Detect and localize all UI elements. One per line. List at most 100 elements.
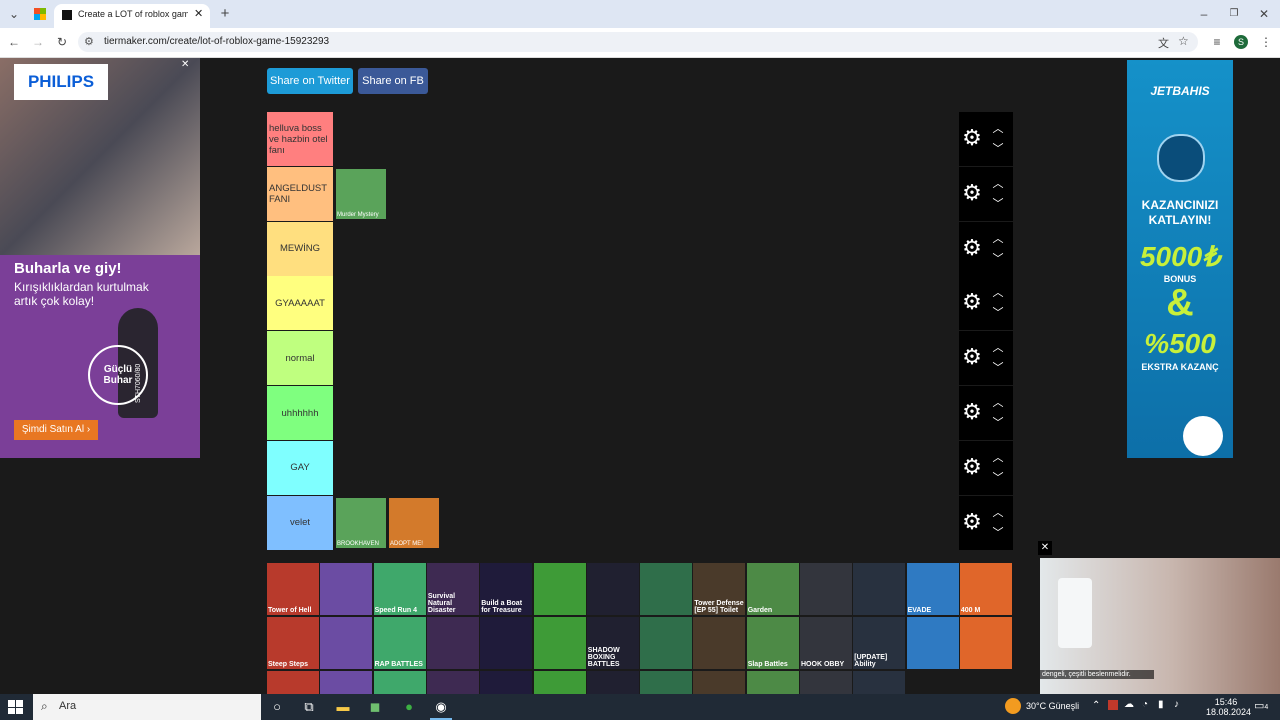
close-window-icon[interactable]: ✕ [1254, 4, 1274, 24]
start-button-icon[interactable] [8, 700, 23, 714]
pool-item[interactable] [853, 563, 906, 615]
site-info-icon[interactable]: ⚙ [84, 35, 94, 48]
tab-active[interactable]: Create a LOT of roblox game Tie ✕ [54, 4, 210, 28]
tray-battery-icon[interactable]: ▮ [1158, 699, 1164, 710]
gear-icon[interactable]: ⚙ [959, 509, 985, 535]
restore-icon[interactable]: ❐ [1224, 4, 1244, 24]
file-explorer-icon[interactable]: ▬ [332, 696, 354, 718]
gear-icon[interactable]: ⚙ [959, 454, 985, 480]
translate-icon[interactable]: 文 [1158, 35, 1169, 51]
pool-item[interactable]: Tower of Hell [267, 563, 319, 615]
gear-icon[interactable]: ⚙ [959, 180, 985, 206]
pool-item[interactable]: [UPDATE] Ability [853, 617, 906, 669]
move-up-icon[interactable]: ︿ [989, 177, 1007, 191]
chrome-icon[interactable]: ◉ [430, 696, 452, 720]
pool-item[interactable] [320, 617, 373, 669]
tier-label[interactable]: normal [267, 331, 333, 386]
pool-item[interactable] [640, 617, 693, 669]
left-ad[interactable]: PHILIPS ✕ Buharla ve giy! Kırışıklıklard… [0, 58, 200, 458]
pool-item[interactable] [586, 563, 639, 615]
gear-icon[interactable]: ⚙ [959, 289, 985, 315]
move-up-icon[interactable]: ︿ [989, 506, 1007, 520]
pool-item[interactable] [906, 617, 959, 669]
tier-label[interactable]: GYAAAAAT [267, 276, 333, 331]
close-tab-icon[interactable]: ✕ [194, 7, 203, 20]
pool-item[interactable] [533, 563, 586, 615]
move-up-icon[interactable]: ︿ [989, 396, 1007, 410]
pool-item[interactable] [586, 671, 639, 694]
tier-item[interactable]: ADOPT ME! [389, 497, 439, 548]
move-down-icon[interactable]: ﹀ [989, 252, 1007, 266]
move-down-icon[interactable]: ﹀ [989, 416, 1007, 430]
tier-item[interactable]: Murder Mystery [336, 168, 386, 219]
move-up-icon[interactable]: ︿ [989, 122, 1007, 136]
move-down-icon[interactable]: ﹀ [989, 306, 1007, 320]
video-ad-close-icon[interactable]: ✕ [1038, 541, 1052, 555]
tier-label[interactable]: helluva boss ve hazbin otel fanı [267, 112, 333, 166]
tray-network-icon[interactable]: ☁ [1124, 699, 1134, 710]
move-down-icon[interactable]: ﹀ [989, 526, 1007, 540]
pool-item[interactable]: HOOK OBBY [800, 617, 852, 669]
pool-item[interactable]: Dysfunctional [373, 671, 426, 694]
pool-item[interactable]: TRY TO [267, 671, 319, 694]
pool-item[interactable]: EVADE [906, 563, 959, 615]
tray-wifi-icon[interactable]: ◔ [1142, 699, 1148, 710]
ad-cta-button[interactable]: Şimdi Satın Al › [14, 420, 98, 440]
menu-icon[interactable]: ⋮ [1256, 32, 1276, 52]
back-icon[interactable]: ← [4, 32, 24, 52]
pool-item[interactable] [693, 617, 746, 669]
gear-icon[interactable]: ⚙ [959, 344, 985, 370]
move-up-icon[interactable]: ︿ [989, 451, 1007, 465]
move-up-icon[interactable]: ︿ [989, 232, 1007, 246]
tier-label[interactable]: velet [267, 495, 333, 550]
move-down-icon[interactable]: ﹀ [989, 197, 1007, 211]
pool-item[interactable]: Cat Trip [800, 671, 852, 694]
move-up-icon[interactable]: ︿ [989, 341, 1007, 355]
move-down-icon[interactable]: ﹀ [989, 471, 1007, 485]
pool-item[interactable] [320, 671, 373, 694]
new-tab-button[interactable]: + [215, 4, 235, 24]
right-ad[interactable]: JETBAHIS KAZANCINIZI KATLAYIN! 5000₺ BON… [1127, 60, 1233, 458]
weather-text[interactable]: 30°C Güneşli [1026, 701, 1079, 711]
pool-item[interactable]: Slap Battles [746, 617, 799, 669]
pool-item[interactable] [693, 671, 746, 694]
ad-close-icon[interactable]: ✕ [181, 59, 189, 70]
address-bar[interactable]: ⚙ tiermaker.com/create/lot-of-roblox-gam… [78, 32, 1198, 52]
tier-label[interactable]: MEWİNG [267, 221, 333, 276]
taskbar-search[interactable]: ⌕ Ara [33, 694, 261, 720]
pool-item[interactable] [800, 563, 852, 615]
pool-item[interactable] [480, 671, 533, 694]
store-icon[interactable]: ◼ [364, 696, 386, 718]
move-down-icon[interactable]: ﹀ [989, 142, 1007, 156]
bookmark-star-icon[interactable]: ☆ [1178, 34, 1189, 48]
xbox-icon[interactable]: ● [398, 696, 420, 718]
pool-item[interactable] [746, 671, 799, 694]
cortana-icon[interactable]: ○ [266, 696, 288, 718]
pool-item[interactable]: Speed Run 4 [373, 563, 426, 615]
video-ad[interactable]: dengeli, çeşitli beslenmelidir. [1040, 558, 1280, 694]
pool-item[interactable] [959, 617, 1012, 669]
tray-volume-icon[interactable]: ♪ [1174, 699, 1179, 710]
pool-item[interactable] [853, 671, 906, 694]
tray-chevron-icon[interactable]: ⌃ [1092, 700, 1100, 711]
gear-icon[interactable]: ⚙ [959, 235, 985, 261]
pool-item[interactable]: 400 M [959, 563, 1012, 615]
notification-icon[interactable]: ▭4 [1254, 699, 1268, 712]
pool-item[interactable]: Steep Steps [267, 617, 319, 669]
pool-item[interactable]: Garden [746, 563, 799, 615]
pool-item[interactable]: RAP BATTLES [373, 617, 426, 669]
pool-item[interactable] [640, 563, 693, 615]
profile-avatar[interactable]: S [1234, 35, 1248, 49]
move-up-icon[interactable]: ︿ [989, 286, 1007, 300]
reload-icon[interactable]: ↻ [52, 32, 72, 52]
tray-app-icon[interactable] [1108, 700, 1118, 710]
pool-item[interactable]: Build a Boat for Treasure [480, 563, 533, 615]
pool-item[interactable]: CAR OBBY [640, 671, 693, 694]
pool-item[interactable] [426, 671, 479, 694]
pool-item[interactable] [533, 617, 586, 669]
pool-item[interactable] [320, 563, 373, 615]
tier-item[interactable]: BROOKHAVEN [336, 497, 386, 548]
pool-item[interactable] [533, 671, 586, 694]
reading-list-icon[interactable]: ≡ [1207, 32, 1227, 52]
forward-icon[interactable]: → [28, 32, 48, 52]
